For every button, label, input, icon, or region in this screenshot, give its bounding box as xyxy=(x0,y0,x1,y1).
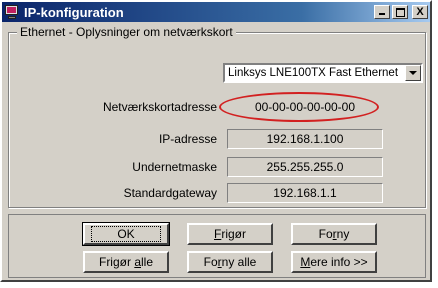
renew-all-button[interactable]: Forny alle xyxy=(187,251,273,273)
chevron-down-icon[interactable] xyxy=(405,65,421,81)
renew-label-pre: Fo xyxy=(318,227,333,241)
group-title: Ethernet - Oplysninger om netværkskort xyxy=(17,25,236,39)
ip-address-value: 192.168.1.100 xyxy=(227,129,383,149)
adapter-select-value: Linksys LNE100TX Fast Ethernet xyxy=(228,67,399,79)
subnet-mask-row: Undernetmaske 255.255.255.0 xyxy=(9,157,427,179)
release-all-label-mnemonic: a xyxy=(134,255,141,269)
mac-address-row: Netværkskortadresse 00-00-00-00-00-00 xyxy=(9,92,427,122)
release-all-label-pre: Frigør xyxy=(98,255,135,269)
subnet-mask-value: 255.255.255.0 xyxy=(227,157,383,177)
minimize-button[interactable] xyxy=(374,5,390,19)
maximize-button[interactable] xyxy=(392,5,408,19)
subnet-mask-label: Undernetmaske xyxy=(132,160,217,174)
close-button[interactable]: X xyxy=(412,5,428,19)
ip-address-row: IP-adresse 192.168.1.100 xyxy=(9,129,427,151)
ip-address-label: IP-adresse xyxy=(158,132,217,146)
default-gateway-value: 192.168.1.1 xyxy=(227,183,383,203)
release-label-post: rigør xyxy=(221,227,246,241)
mac-address-label: Netværkskortadresse xyxy=(102,100,217,114)
window-title: IP-konfiguration xyxy=(24,4,124,20)
button-panel: OK Frigør Forny Frigør alle Forny alle M… xyxy=(8,214,426,278)
more-info-button[interactable]: Mere info >> xyxy=(291,251,377,273)
release-button[interactable]: Frigør xyxy=(187,223,273,245)
default-gateway-row: Standardgateway 192.168.1.1 xyxy=(9,183,427,205)
ok-button[interactable]: OK xyxy=(82,222,170,246)
renew-all-label-pre: Fo xyxy=(203,255,218,269)
network-config-icon xyxy=(4,4,20,20)
mac-address-value: 00-00-00-00-00-00 xyxy=(254,100,356,114)
ok-button-label: OK xyxy=(91,226,161,242)
ip-config-window: IP-konfiguration X Ethernet - Oplysninge… xyxy=(0,0,432,282)
release-all-label-post: lle xyxy=(141,255,154,269)
adapter-select[interactable]: Linksys LNE100TX Fast Ethernet xyxy=(223,63,423,83)
renew-button[interactable]: Forny xyxy=(291,223,377,245)
more-info-label-post: ere info >> xyxy=(310,255,368,269)
renew-label-post: ny xyxy=(336,227,350,241)
release-all-button[interactable]: Frigør alle xyxy=(83,251,169,273)
more-info-label-mnemonic: M xyxy=(300,255,311,269)
default-gateway-label: Standardgateway xyxy=(123,186,217,200)
adapter-info-group: Ethernet - Oplysninger om netværkskort L… xyxy=(8,25,427,208)
renew-all-label-post: ny alle xyxy=(221,255,257,269)
title-bar[interactable]: IP-konfiguration X xyxy=(2,2,430,22)
